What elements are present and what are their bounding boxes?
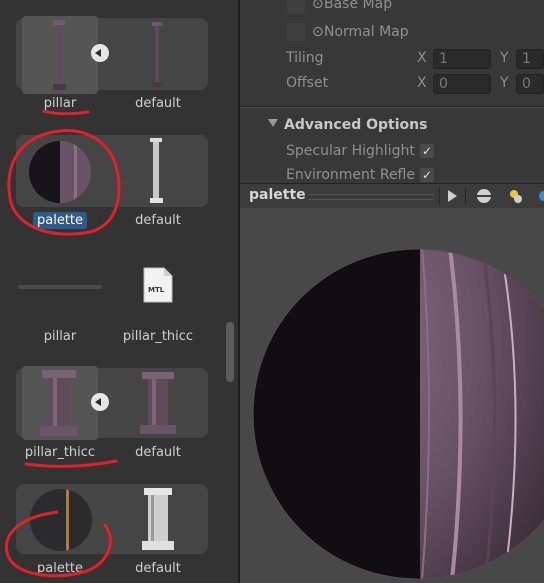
object-picker-icon[interactable]: ⊙ [312, 24, 324, 40]
preview-sphere [252, 248, 544, 580]
base-map-slot[interactable] [287, 0, 305, 14]
advanced-options-header[interactable]: Advanced Options [284, 117, 427, 133]
tiling-y-field[interactable]: 1 [516, 49, 544, 69]
specular-highlights-checkbox[interactable]: ✓ [420, 144, 434, 158]
tiling-x-label: X [417, 50, 427, 66]
normal-map-label: Normal Map [324, 24, 409, 40]
offset-x-field[interactable]: 0 [433, 74, 491, 94]
environment-reflections-checkbox[interactable]: ✓ [420, 168, 434, 182]
section-divider [240, 107, 544, 108]
material-inspector: ⊙ Base Map ⊙ Normal Map Tiling X 1 Y 1 O… [240, 0, 544, 183]
offset-y-field[interactable]: 0 [516, 74, 544, 94]
play-icon[interactable] [442, 187, 462, 205]
tiling-y-label: Y [500, 50, 509, 66]
red-annotations [5, 109, 121, 578]
specular-highlights-label: Specular Highlight [286, 143, 415, 159]
lighting-icon[interactable] [506, 187, 526, 205]
foldout-arrow-icon[interactable] [268, 119, 278, 127]
preview-mesh-icon[interactable] [474, 187, 494, 205]
more-options-icon[interactable] [536, 187, 544, 205]
drag-handle[interactable] [308, 194, 434, 200]
header-separator [439, 187, 440, 205]
offset-label: Offset [286, 75, 329, 91]
tiling-label: Tiling [286, 50, 324, 66]
offset-y-label: Y [500, 75, 509, 91]
environment-reflections-label: Environment Refle [286, 167, 415, 183]
preview-header: palette [240, 183, 544, 208]
object-picker-icon[interactable]: ⊙ [312, 0, 324, 12]
base-map-label: Base Map [324, 0, 393, 12]
project-browser: pillar default palette default MTL pilla… [0, 0, 238, 583]
header-separator [465, 187, 466, 205]
material-preview[interactable] [240, 208, 544, 583]
preview-title: palette [249, 187, 306, 203]
offset-x-label: X [417, 75, 427, 91]
normal-map-slot[interactable] [287, 23, 305, 41]
tiling-x-field[interactable]: 1 [433, 49, 491, 69]
